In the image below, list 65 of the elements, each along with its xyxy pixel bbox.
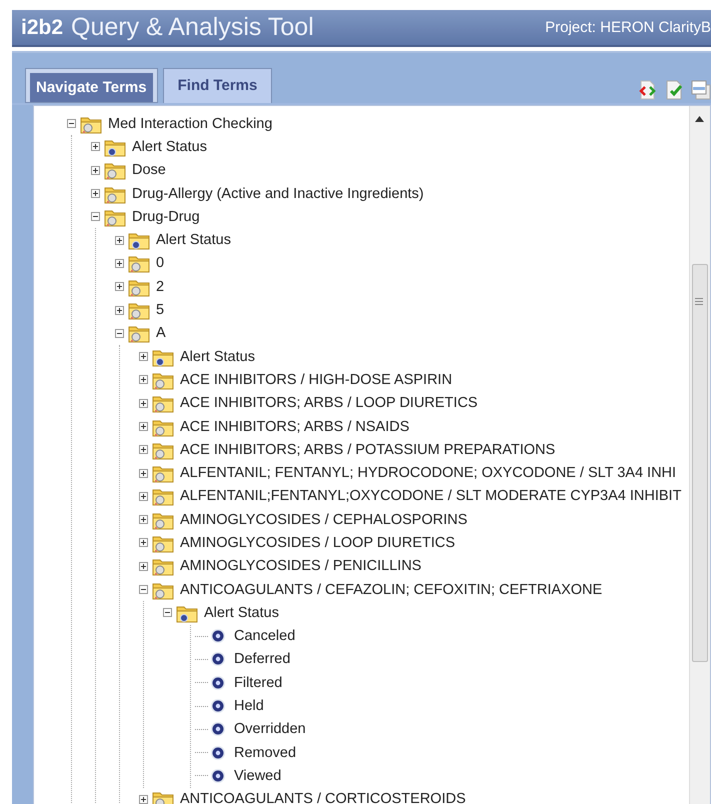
tree-item-label[interactable]: 0	[156, 255, 164, 272]
tree-item-label[interactable]: Held	[234, 698, 264, 714]
grip-icon	[695, 298, 703, 305]
project-label: Project: HERON ClarityB	[545, 19, 711, 36]
scroll-up-icon[interactable]	[695, 116, 704, 122]
expand-toggle[interactable]	[91, 142, 100, 152]
tab[interactable]: Find Terms	[162, 68, 272, 103]
expand-toggle[interactable]	[139, 445, 148, 454]
collapse-toggle[interactable]	[115, 328, 124, 338]
tree-item-label[interactable]: ALFENTANIL; FENTANYL; HYDROCODONE; OXYCODONE / SLT 3A4 INHI	[180, 465, 676, 482]
collapse-toggle[interactable]	[67, 119, 76, 128]
tree-item-label[interactable]: 5	[156, 302, 164, 318]
tab[interactable]: Navigate Terms	[25, 68, 158, 103]
expand-toggle[interactable]	[139, 422, 148, 431]
expand-toggle[interactable]	[115, 258, 124, 268]
collapse-toggle[interactable]	[139, 585, 148, 594]
tree-item-label[interactable]: Removed	[234, 744, 296, 761]
tree-item-label[interactable]: Alert Status	[132, 138, 207, 155]
tree-item-label[interactable]: Drug-Allergy (Active and Inactive Ingredients)	[132, 186, 424, 202]
collapse-toggle[interactable]	[91, 212, 100, 222]
tree-item-label[interactable]: ACE INHIBITORS; ARBS / POTASSIUM PREPARATIONS	[180, 442, 556, 458]
expand-toggle[interactable]	[139, 352, 148, 362]
windows-icon[interactable]	[691, 80, 711, 100]
collapse-toggle[interactable]	[163, 608, 172, 618]
tree-item-label[interactable]: ANTICOAGULANTS / CEFAZOLIN; CEFOXITIN; CEFTRIAXONE	[180, 582, 602, 598]
tree-item-label[interactable]: Viewed	[234, 768, 282, 784]
app-title: Query & Analysis Tool	[71, 13, 314, 42]
tree-item-label[interactable]: Overridden	[234, 721, 306, 738]
document-check-icon[interactable]	[664, 80, 684, 100]
scroll-thumb[interactable]	[692, 264, 708, 662]
code-document-icon[interactable]	[637, 80, 657, 100]
expand-toggle[interactable]	[139, 468, 148, 478]
tree-item-label[interactable]: Dose	[132, 162, 166, 178]
tree-item-label[interactable]: Canceled	[234, 628, 296, 644]
tree-item-label[interactable]: Alert Status	[180, 348, 255, 365]
tree-item-label[interactable]: ACE INHIBITORS / HIGH-DOSE ASPIRIN	[180, 372, 452, 388]
tree-item-label[interactable]: ALFENTANIL;FENTANYL;OXYCODONE / SLT MODERATE CYP3A4 INHIBIT	[180, 488, 682, 504]
expand-toggle[interactable]	[115, 236, 124, 245]
tree-item-label[interactable]: ACE INHIBITORS; ARBS / NSAIDS	[180, 418, 410, 434]
tree-item-label[interactable]: Alert Status	[156, 232, 231, 248]
tree-item-label[interactable]: AMINOGLYCOSIDES / LOOP DIURETICS	[180, 534, 456, 551]
expand-toggle[interactable]	[91, 189, 100, 198]
tree-item-label[interactable]: Alert Status	[204, 604, 279, 621]
tree-item-label[interactable]: 2	[156, 278, 164, 295]
expand-toggle[interactable]	[139, 375, 148, 384]
tree-item-label[interactable]: Drug-Drug	[132, 208, 200, 225]
expand-toggle[interactable]	[139, 794, 148, 804]
tree-item-label[interactable]: ANTICOAGULANTS / CORTICOSTEROIDS	[180, 791, 466, 804]
tree-item-label[interactable]: Med Interaction Checking	[108, 116, 272, 132]
tree-item-label[interactable]: A	[156, 325, 166, 342]
tree-item-label[interactable]: Filtered	[234, 674, 282, 691]
expand-toggle[interactable]	[139, 492, 148, 501]
scrollbar[interactable]	[689, 106, 710, 804]
expand-toggle[interactable]	[139, 398, 148, 408]
app-logo: i2b2	[21, 16, 64, 40]
tree-item-label[interactable]: Deferred	[234, 651, 290, 668]
expand-toggle[interactable]	[139, 515, 148, 524]
expand-toggle[interactable]	[115, 282, 124, 292]
expand-toggle[interactable]	[115, 306, 124, 315]
tree-item-label[interactable]: AMINOGLYCOSIDES / PENICILLINS	[180, 558, 422, 574]
expand-toggle[interactable]	[91, 166, 100, 175]
expand-toggle[interactable]	[139, 538, 148, 548]
expand-toggle[interactable]	[139, 562, 148, 571]
tree-item-label[interactable]: ACE INHIBITORS; ARBS / LOOP DIURETICS	[180, 395, 478, 412]
tree-item-label[interactable]: AMINOGLYCOSIDES / CEPHALOSPORINS	[180, 512, 468, 528]
